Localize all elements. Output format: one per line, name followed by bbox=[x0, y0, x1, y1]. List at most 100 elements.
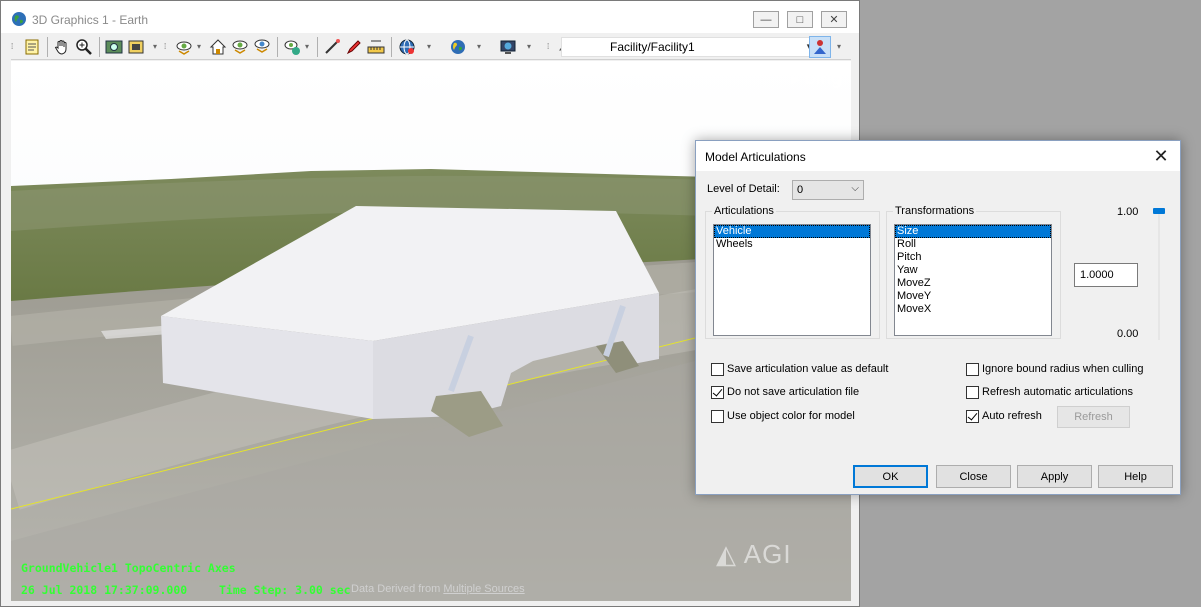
window-title: 3D Graphics 1 - Earth bbox=[32, 13, 149, 27]
dialog-title: Model Articulations bbox=[705, 150, 806, 164]
toolbar-grip[interactable]: ▾ bbox=[153, 38, 159, 56]
pan-hand-icon[interactable] bbox=[51, 36, 73, 58]
earth-icon[interactable] bbox=[447, 36, 469, 58]
slider-max-label: 1.00 bbox=[1117, 206, 1139, 218]
multiple-sources-link[interactable]: Multiple Sources bbox=[443, 583, 524, 595]
auto-refresh-checkbox[interactable]: Auto refresh bbox=[966, 408, 1042, 424]
toolbar-separator bbox=[317, 37, 318, 57]
toolbar-separator bbox=[47, 37, 48, 57]
refresh-automatic-checkbox[interactable]: Refresh automatic articulations bbox=[966, 384, 1133, 400]
list-item[interactable]: MoveY bbox=[895, 290, 1051, 303]
transformations-label: Transformations bbox=[893, 205, 977, 217]
view-from-icon[interactable] bbox=[173, 36, 195, 58]
toolbar-grip[interactable]: ⁞ bbox=[164, 38, 170, 56]
view-orientation-icon[interactable] bbox=[251, 36, 273, 58]
earth-globe-icon bbox=[12, 12, 26, 26]
zoom-icon[interactable] bbox=[73, 36, 95, 58]
globe-icon[interactable] bbox=[396, 36, 418, 58]
toolbar-grip[interactable]: ▾ bbox=[477, 38, 483, 56]
toolbar-separator bbox=[391, 37, 392, 57]
close-button[interactable]: Close bbox=[936, 465, 1011, 488]
snapshot-icon[interactable] bbox=[103, 36, 125, 58]
minimize-button[interactable]: — bbox=[753, 11, 779, 28]
checkbox-box[interactable] bbox=[966, 362, 979, 376]
checkbox-box[interactable] bbox=[966, 409, 979, 423]
list-item[interactable]: Wheels bbox=[714, 238, 870, 251]
measure-icon[interactable] bbox=[321, 36, 343, 58]
checkbox-box[interactable] bbox=[711, 409, 724, 423]
no-save-file-checkbox[interactable]: Do not save articulation file bbox=[711, 384, 859, 400]
close-icon: ✕ bbox=[829, 14, 839, 26]
toolbar-grip[interactable]: ▾ bbox=[527, 38, 533, 56]
list-item[interactable]: MoveZ bbox=[895, 277, 1051, 290]
home-view-icon[interactable] bbox=[207, 36, 229, 58]
toolbar-grip[interactable]: ⁞ bbox=[11, 38, 17, 56]
facility-user-icon[interactable] bbox=[809, 36, 831, 58]
checkbox-box[interactable] bbox=[711, 362, 724, 376]
checkbox-box[interactable] bbox=[966, 385, 979, 399]
view-object-icon[interactable] bbox=[281, 36, 303, 58]
toolbar-separator bbox=[99, 37, 100, 57]
help-button[interactable]: Help bbox=[1098, 465, 1173, 488]
ok-button[interactable]: OK bbox=[853, 465, 928, 488]
list-item[interactable]: Roll bbox=[895, 238, 1051, 251]
list-item[interactable]: Vehicle bbox=[714, 225, 870, 238]
articulation-slider-thumb[interactable] bbox=[1153, 208, 1165, 214]
articulation-value-field[interactable]: 1.0000 bbox=[1074, 263, 1138, 287]
transformations-list[interactable]: Size Roll Pitch Yaw MoveZ MoveY MoveX bbox=[894, 224, 1052, 336]
toolbar-separator bbox=[277, 37, 278, 57]
transformations-group: Transformations Size Roll Pitch Yaw MoveZ Mov… bbox=[886, 205, 1061, 339]
data-credit: Data Derived from Multiple Sources bbox=[351, 583, 525, 595]
map-icon[interactable] bbox=[497, 36, 519, 58]
level-of-detail-label: Level of Detail: bbox=[707, 183, 780, 195]
toolbar-grip[interactable]: ▾ bbox=[837, 38, 843, 56]
checkbox-label: Auto refresh bbox=[982, 410, 1042, 422]
slider-min-label: 0.00 bbox=[1117, 328, 1139, 340]
list-item[interactable]: Size bbox=[895, 225, 1051, 238]
checkbox-label: Use object color for model bbox=[727, 410, 855, 422]
pen-icon[interactable] bbox=[343, 36, 365, 58]
vehicle-axes-label: GroundVehicle1 TopoCentric Axes bbox=[21, 561, 236, 575]
toolbar-grip[interactable]: ⁞ bbox=[547, 38, 553, 56]
dialog-close-button[interactable]: ✕ bbox=[1151, 146, 1171, 166]
dropdown-arrow[interactable]: ▾ bbox=[305, 38, 311, 56]
graphics-toolbar: ⁞ ▾ ⁞ ▾ ▾ ▾ ▾ ▾ ⁞ Facility/Facility1 ▾ bbox=[11, 34, 851, 60]
toolbar-grip[interactable]: ▾ bbox=[427, 38, 433, 56]
level-of-detail-value: 0 bbox=[797, 184, 804, 196]
datetime-readout: 26 Jul 2018 17:37:09.000 bbox=[21, 583, 188, 597]
ignore-bound-checkbox[interactable]: Ignore bound radius when culling bbox=[966, 361, 1143, 377]
level-of-detail-select[interactable]: 0 ⌵ bbox=[792, 180, 864, 200]
apply-button[interactable]: Apply bbox=[1017, 465, 1092, 488]
checkbox-box[interactable] bbox=[711, 385, 724, 399]
chevron-down-icon: ⌵ bbox=[851, 183, 859, 194]
articulations-label: Articulations bbox=[712, 205, 776, 217]
ruler-icon[interactable] bbox=[365, 36, 387, 58]
restore-button[interactable]: □ bbox=[787, 11, 813, 28]
minimize-icon: — bbox=[760, 13, 772, 26]
checkbox-label: Save articulation value as default bbox=[727, 363, 889, 375]
record-icon[interactable] bbox=[125, 36, 147, 58]
window-titlebar[interactable]: 3D Graphics 1 - Earth — □ ✕ bbox=[1, 1, 859, 33]
time-step-readout: Time Step: 3.00 sec bbox=[219, 583, 351, 597]
model-articulations-dialog: Model Articulations ✕ Level of Detail: 0… bbox=[695, 140, 1181, 495]
list-item[interactable]: Pitch bbox=[895, 251, 1051, 264]
restore-icon: □ bbox=[796, 13, 804, 26]
object-color-checkbox[interactable]: Use object color for model bbox=[711, 408, 855, 424]
checkbox-label: Ignore bound radius when culling bbox=[982, 363, 1144, 375]
dropdown-arrow[interactable]: ▾ bbox=[197, 38, 203, 56]
close-window-button[interactable]: ✕ bbox=[821, 11, 847, 28]
articulation-slider-track[interactable] bbox=[1158, 208, 1160, 340]
articulations-list[interactable]: Vehicle Wheels bbox=[713, 224, 871, 336]
checkbox-label: Do not save articulation file bbox=[727, 386, 860, 398]
view-target-icon[interactable] bbox=[229, 36, 251, 58]
facility-select[interactable]: Facility/Facility1 ▼ bbox=[561, 37, 818, 57]
agi-logo: ◭ AGI bbox=[716, 539, 792, 569]
refresh-button[interactable]: Refresh bbox=[1057, 406, 1130, 428]
properties-icon[interactable] bbox=[21, 36, 43, 58]
list-item[interactable]: Yaw bbox=[895, 264, 1051, 277]
dialog-titlebar[interactable]: Model Articulations ✕ bbox=[696, 141, 1180, 171]
articulations-group: Articulations Vehicle Wheels bbox=[705, 205, 880, 339]
bing-logo: ▸ bing bbox=[791, 69, 843, 89]
list-item[interactable]: MoveX bbox=[895, 303, 1051, 316]
save-default-checkbox[interactable]: Save articulation value as default bbox=[711, 361, 888, 377]
